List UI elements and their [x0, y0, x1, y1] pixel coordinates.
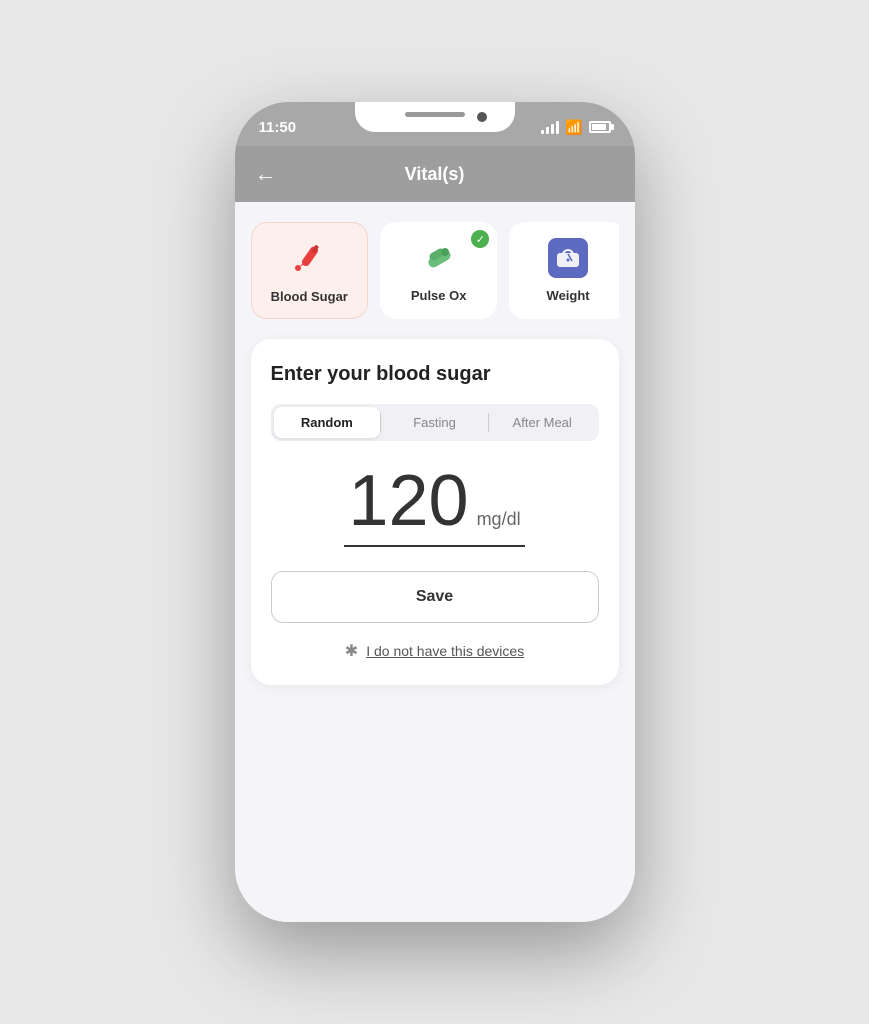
status-time: 11:50	[259, 113, 297, 136]
notch	[355, 102, 515, 132]
pulse-ox-icon	[417, 236, 461, 280]
speaker	[405, 112, 465, 117]
header-title: Vital(s)	[405, 164, 465, 185]
vital-card-blood-sugar[interactable]: Blood Sugar	[251, 222, 368, 319]
status-icons: 📶	[541, 113, 610, 136]
device-link-row: ✱ I do not have this devices	[271, 641, 599, 661]
wifi-icon: 📶	[565, 119, 582, 136]
blood-sugar-unit: mg/dl	[477, 509, 521, 530]
vital-card-weight[interactable]: Weight	[509, 222, 618, 319]
pulse-ox-check-badge: ✓	[471, 230, 489, 248]
blood-sugar-label: Blood Sugar	[271, 289, 348, 304]
tab-after-meal[interactable]: After Meal	[489, 407, 596, 438]
device-link[interactable]: I do not have this devices	[366, 643, 524, 659]
camera	[477, 112, 487, 122]
signal-icon	[541, 120, 559, 134]
value-display: 120 mg/dl	[271, 465, 599, 537]
form-card: Enter your blood sugar Random Fasting Af…	[251, 339, 619, 685]
save-button[interactable]: Save	[271, 571, 599, 623]
weight-icon	[546, 236, 590, 280]
back-button[interactable]: ←	[255, 161, 277, 187]
battery-icon	[589, 121, 611, 133]
bluetooth-icon: ✱	[345, 641, 358, 661]
weight-label: Weight	[547, 288, 590, 303]
blood-sugar-value: 120	[348, 465, 468, 537]
form-title: Enter your blood sugar	[271, 363, 599, 386]
blood-sugar-icon	[287, 237, 331, 281]
header: ← Vital(s)	[235, 146, 635, 202]
value-underline	[344, 545, 524, 547]
tabs-row: Random Fasting After Meal	[271, 404, 599, 441]
tab-fasting[interactable]: Fasting	[381, 407, 488, 438]
vital-card-pulse-ox[interactable]: ✓ Pulse Ox	[380, 222, 497, 319]
phone-frame: 11:50 📶 ← Vital(s)	[235, 102, 635, 922]
pulse-ox-label: Pulse Ox	[411, 288, 467, 303]
main-content: Blood Sugar ✓ Pulse Ox	[235, 202, 635, 922]
tab-random[interactable]: Random	[274, 407, 381, 438]
vitals-row: Blood Sugar ✓ Pulse Ox	[251, 222, 619, 319]
